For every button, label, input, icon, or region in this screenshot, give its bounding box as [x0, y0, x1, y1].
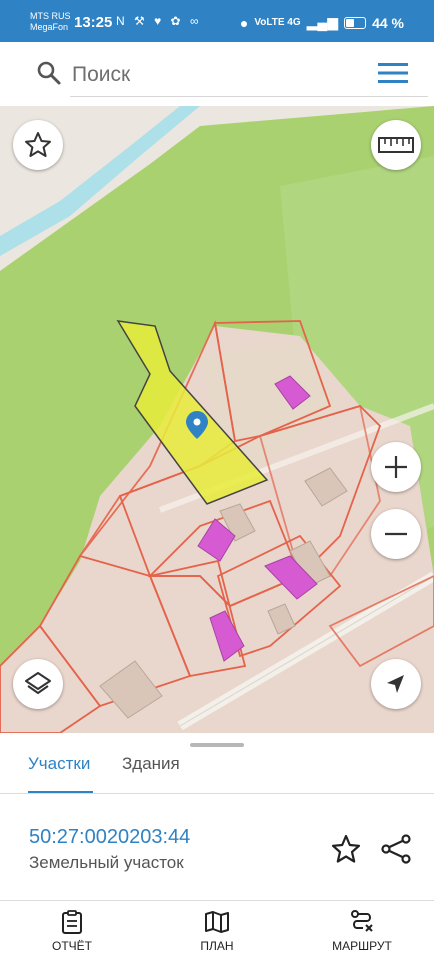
menu-icon[interactable]	[378, 62, 408, 84]
route-icon	[351, 910, 373, 932]
nav-report-button[interactable]: ОТЧЁТ	[22, 909, 122, 953]
clipboard-icon	[62, 910, 82, 934]
carrier-1: MTS RUS	[30, 11, 71, 21]
star-icon	[25, 132, 51, 157]
star-icon[interactable]	[330, 833, 362, 865]
nav-route-label: МАРШРУТ	[332, 939, 392, 953]
favorite-button[interactable]	[13, 120, 63, 170]
my-location-button[interactable]	[371, 659, 421, 709]
zoom-out-button[interactable]	[371, 509, 421, 559]
map-icon	[205, 911, 229, 933]
search-icon[interactable]	[36, 60, 62, 86]
navigation-arrow-icon	[387, 675, 404, 693]
divider	[0, 793, 434, 794]
ruler-button[interactable]	[371, 120, 421, 170]
carrier-2: MegaFon	[30, 22, 69, 32]
network-indicator: VoLTE 4G	[254, 17, 301, 28]
zoom-in-button[interactable]	[371, 442, 421, 492]
layers-icon	[25, 672, 51, 694]
drag-handle[interactable]	[190, 743, 244, 747]
divider	[0, 900, 434, 901]
layers-button[interactable]	[13, 659, 63, 709]
status-bar: MTS RUS MegaFon 13:25 N ⚒ ♥ ✿ ∞ ● VoLTE …	[0, 0, 434, 42]
nav-report-label: ОТЧЁТ	[51, 939, 92, 953]
ruler-icon	[378, 137, 414, 153]
battery-level: 44 %	[372, 14, 404, 31]
nav-plan-button[interactable]: ПЛАН	[167, 909, 267, 953]
status-right: ● VoLTE 4G ▂▄▆ 44 %	[240, 14, 404, 31]
status-time: 13:25	[74, 14, 113, 31]
location-icon: ●	[239, 14, 249, 31]
minus-icon	[385, 532, 407, 536]
nav-plan-label: ПЛАН	[200, 939, 234, 953]
search-input[interactable]	[70, 54, 428, 97]
map-canvas[interactable]	[0, 106, 434, 733]
map-view[interactable]	[0, 106, 434, 733]
nav-route-button[interactable]: МАРШРУТ	[312, 909, 412, 953]
tab-buildings[interactable]: Здания	[122, 753, 180, 793]
search-bar	[6, 48, 428, 100]
battery-icon	[344, 16, 367, 29]
plus-icon	[385, 456, 407, 478]
bottom-sheet: Участки Здания 50:27:0020203:44 Земельны…	[0, 733, 434, 960]
notification-icons: N ⚒ ♥ ✿ ∞	[116, 14, 202, 28]
signal-icon: ▂▄▆	[306, 14, 339, 30]
cadastral-number[interactable]: 50:27:0020203:44	[29, 826, 190, 849]
carrier-info: MTS RUS MegaFon	[30, 11, 71, 33]
tab-parcels[interactable]: Участки	[28, 753, 94, 794]
property-type: Земельный участок	[29, 853, 184, 872]
share-icon[interactable]	[380, 833, 412, 865]
